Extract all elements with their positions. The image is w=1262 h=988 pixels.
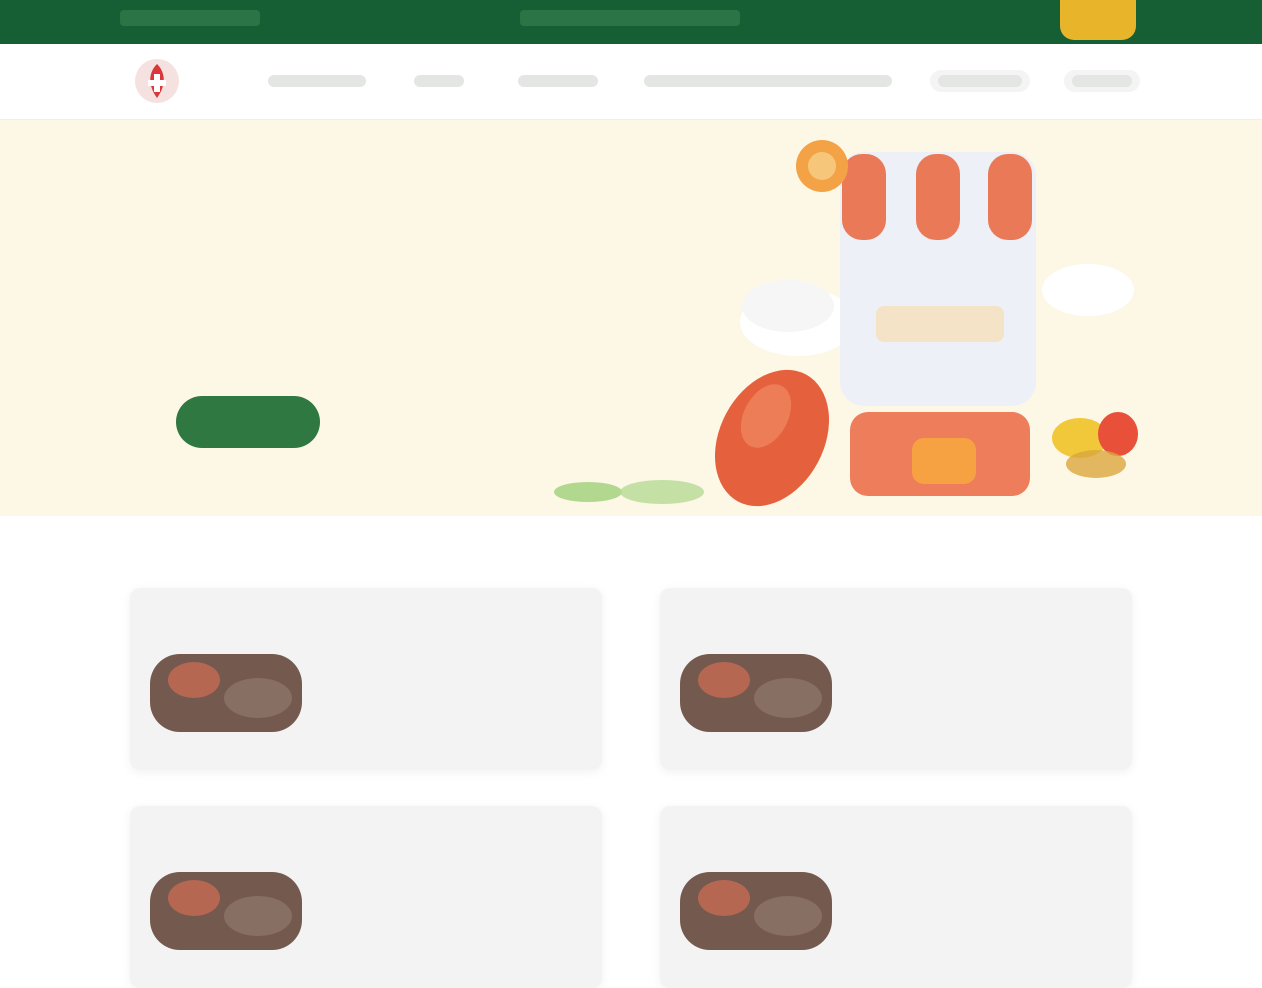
product-card[interactable] — [660, 806, 1132, 988]
nav-item-6[interactable] — [1064, 70, 1140, 92]
product-card[interactable] — [660, 588, 1132, 770]
product-thumbnail — [680, 872, 832, 950]
nav-item-2[interactable] — [414, 70, 464, 92]
top-announcement-bar — [0, 0, 1262, 44]
product-card[interactable] — [130, 806, 602, 988]
main-navigation — [0, 44, 1262, 120]
nav-item-5[interactable] — [930, 70, 1030, 92]
hero-illustration — [554, 140, 1138, 507]
top-bar-left-text[interactable] — [120, 10, 260, 26]
nav-item-1[interactable] — [268, 70, 366, 92]
top-bar-center-text[interactable] — [520, 10, 740, 26]
product-thumbnail — [680, 654, 832, 732]
promo-tab[interactable] — [1060, 0, 1136, 40]
nav-item-3[interactable] — [518, 70, 598, 92]
capsule-icon — [1052, 412, 1138, 478]
vitamin-bottle-icon — [840, 152, 1036, 496]
leaf-icon — [554, 480, 704, 504]
hero-banner — [0, 120, 1262, 516]
hero-cta-button[interactable] — [176, 396, 320, 448]
nav-item-4[interactable] — [644, 70, 892, 92]
softgel-icon — [714, 369, 830, 507]
brand-logo-icon[interactable] — [130, 54, 184, 108]
product-thumbnail — [150, 872, 302, 950]
product-card[interactable] — [130, 588, 602, 770]
product-thumbnail — [150, 654, 302, 732]
